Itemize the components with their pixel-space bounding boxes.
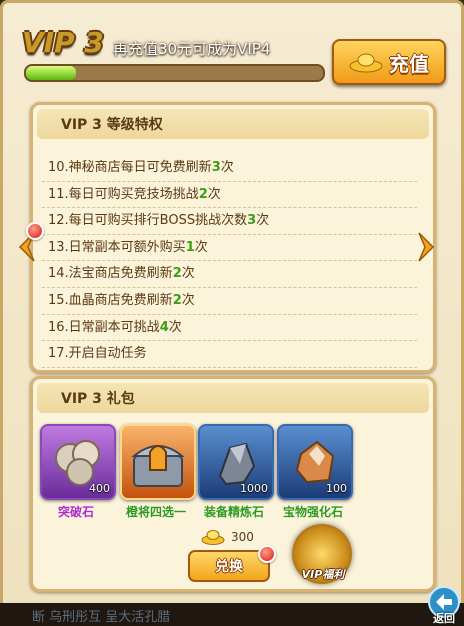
chat-bar: 断 乌刑彤互 呈大活孔腊: [0, 603, 464, 626]
privilege-row: 11.每日可购买竞技场挑战2次: [42, 182, 417, 209]
privilege-suffix: 次: [181, 292, 195, 308]
privilege-text: 10.神秘商店每日可免费刷新: [48, 160, 212, 175]
privilege-text: 12.每日可购买排行BOSS挑战次数: [48, 213, 248, 229]
privilege-suffix: 次: [207, 186, 221, 202]
back-button-label: 返回: [433, 612, 455, 625]
item-name: 突破石: [57, 505, 94, 519]
gift-item-refine-stone[interactable]: 1000: [198, 424, 274, 500]
vip-progress-bar: [24, 64, 325, 82]
cost-value: 300: [231, 530, 254, 544]
recharge-button[interactable]: 充值: [332, 39, 446, 85]
gift-item-breakthrough-stone[interactable]: 400: [40, 424, 116, 500]
privilege-value: 2: [198, 186, 208, 202]
privilege-row: 16.日常副本可挑战4次: [42, 315, 417, 342]
privilege-row: 12.每日可购买排行BOSS挑战次数3次: [42, 208, 417, 235]
privilege-value: 3: [247, 213, 257, 229]
notification-dot: [26, 222, 44, 240]
gift-item-orange-general[interactable]: [120, 424, 196, 500]
privilege-suffix: 次: [194, 239, 208, 255]
privilege-row: 17.开启自动任务: [42, 341, 417, 368]
privilege-row: 10.神秘商店每日可免费刷新3次: [42, 155, 417, 182]
vip-level-title: VIP 3: [22, 26, 104, 59]
privilege-value: 2: [172, 292, 182, 308]
privilege-text: 17.开启自动任务: [48, 346, 147, 362]
privilege-text: 15.血晶商店免费刷新: [48, 292, 173, 308]
exchange-cost: 300: [201, 529, 254, 545]
privilege-suffix: 次: [181, 266, 195, 282]
privilege-text: 13.日常副本可额外购买: [48, 239, 186, 255]
gold-ingot-icon: [201, 530, 225, 545]
privilege-suffix: 次: [256, 213, 270, 229]
privilege-text: 14.法宝商店免费刷新: [48, 266, 173, 282]
privileges-heading: VIP 3 等级特权: [37, 109, 429, 139]
item-name: 装备精炼石: [203, 505, 264, 519]
vip-welfare-label: VIP福利: [301, 568, 345, 581]
notification-dot: [258, 545, 276, 563]
privilege-row: 14.法宝商店免费刷新2次: [42, 261, 417, 288]
item-count: 1000: [240, 482, 268, 495]
privilege-text: 16.日常副本可挑战: [48, 319, 160, 335]
gold-ingot-icon: [349, 53, 383, 73]
privilege-text: 11.每日可购买竞技场挑战: [48, 186, 199, 202]
recharge-hint: 再充值30元可成为VIP4: [113, 40, 271, 58]
helmet-chest-icon: [131, 445, 185, 487]
next-level-arrow-icon[interactable]: [417, 231, 437, 263]
privileges-list: 10.神秘商店每日可免费刷新3次 11.每日可购买竞技场挑战2次 12.每日可购买排…: [42, 155, 417, 368]
privilege-row: 15.血晶商店免费刷新2次: [42, 288, 417, 315]
privilege-row: 13.日常副本可额外购买1次: [42, 235, 417, 262]
privilege-suffix: 次: [168, 319, 182, 335]
chat-text: 断 乌刑彤互 呈大活孔腊: [32, 610, 171, 625]
gift-item-treasure-stone[interactable]: 100: [277, 424, 353, 500]
privilege-value: 4: [159, 319, 169, 335]
recharge-button-label: 充值: [389, 51, 429, 76]
privilege-value: 2: [172, 266, 182, 282]
privilege-suffix: 次: [220, 160, 234, 175]
item-name: 橙将四选一: [125, 505, 186, 519]
vip-progress-fill: [26, 66, 77, 80]
item-count: 100: [326, 482, 347, 495]
privilege-value: 3: [211, 160, 221, 175]
privilege-value: 1: [185, 239, 195, 255]
item-name: 宝物强化石: [282, 505, 343, 519]
gift-heading: VIP 3 礼包: [37, 383, 429, 413]
item-count: 400: [89, 482, 110, 495]
